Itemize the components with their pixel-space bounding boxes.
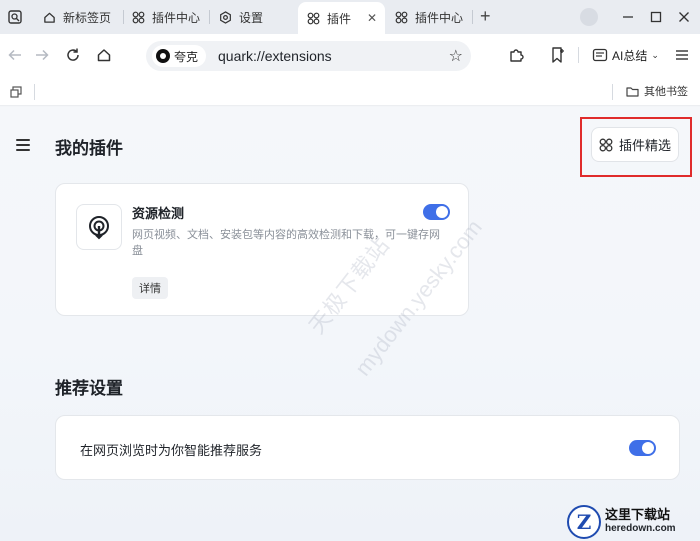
details-button[interactable]: 详情 [132, 277, 168, 299]
extension-enable-toggle[interactable] [423, 204, 450, 220]
extension-name: 资源检测 [132, 206, 185, 221]
new-tab-plus-icon[interactable]: + [480, 6, 491, 27]
close-icon[interactable]: ✕ [367, 11, 377, 25]
logo-badge: Z [567, 505, 601, 539]
back-arrow-icon[interactable] [4, 44, 26, 66]
tab-search-icon[interactable] [4, 6, 26, 28]
page-title: 我的插件 [55, 139, 123, 158]
tab-label: 设置 [239, 10, 264, 25]
extensions-page: 我的插件 插件精选 资源检测 网页视频、文档、安装包等内容的高效检测和下载，可一… [0, 107, 700, 541]
avatar[interactable] [580, 8, 598, 26]
recommend-toggle[interactable] [629, 440, 656, 456]
tab-label: 插件中心 [152, 10, 201, 25]
bookmark-add-icon[interactable] [549, 44, 567, 66]
tab-extension-center[interactable]: 插件中心 [131, 4, 200, 30]
logo-en-text: heredown.com [605, 523, 676, 534]
tab-separator [209, 10, 210, 24]
hamburger-menu-icon[interactable] [16, 139, 30, 151]
tab-separator [472, 10, 473, 24]
reload-icon[interactable] [62, 44, 84, 66]
annotation-highlight-box [580, 117, 692, 177]
ai-summary-button[interactable]: AI总结 ⌄ [592, 44, 659, 66]
extensions-icon [394, 10, 408, 24]
recommend-settings-card: 在网页浏览时为你智能推荐服务 [55, 415, 680, 480]
extensions-icon [131, 10, 145, 24]
divider [34, 84, 35, 100]
chevron-down-icon: ⌄ [651, 49, 659, 60]
divider [612, 84, 613, 100]
tab-strip: 新标签页 插件中心 设置 插件 ✕ 插件中心 + [0, 0, 700, 34]
section-title: 推荐设置 [55, 379, 123, 398]
extensions-puzzle-icon[interactable] [508, 44, 526, 66]
address-bar[interactable]: 夸克 quark://extensions ☆ [146, 41, 471, 71]
ai-summary-label: AI总结 [612, 48, 648, 63]
maximize-icon[interactable] [645, 6, 667, 28]
tab-new-tab[interactable]: 新标签页 [42, 4, 111, 30]
settings-icon [218, 10, 232, 24]
folder-icon [626, 86, 639, 97]
window-close-icon[interactable] [673, 6, 695, 28]
tab-label: 插件 [327, 11, 352, 26]
home-icon [42, 10, 56, 24]
bookmarks-bar: 其他书签 [0, 78, 700, 106]
quark-logo-icon [156, 49, 170, 63]
other-bookmarks-label: 其他书签 [644, 86, 688, 98]
site-chip-label: 夸克 [174, 49, 199, 64]
toolbar: 夸克 quark://extensions ☆ AI总结 ⌄ [0, 34, 700, 78]
logo-cn-text: 这里下载站 [605, 508, 671, 523]
tab-group-icon[interactable] [8, 84, 24, 100]
bookmark-star-icon[interactable]: ☆ [449, 46, 463, 66]
corner-site-logo: Z 这里下载站 heredown.com [567, 503, 700, 541]
forward-arrow-icon[interactable] [31, 44, 53, 66]
divider [578, 44, 579, 66]
tab-label: 新标签页 [63, 10, 112, 25]
url-text[interactable]: quark://extensions [218, 48, 332, 64]
extension-description: 网页视频、文档、安装包等内容的高效检测和下载，可一键存网盘 [132, 229, 440, 257]
tab-extension-center-2[interactable]: 插件中心 [394, 4, 463, 30]
ai-summary-icon [592, 48, 608, 62]
extensions-icon [306, 11, 320, 25]
minimize-icon[interactable] [617, 6, 639, 28]
site-chip[interactable]: 夸克 [152, 45, 207, 67]
tab-settings[interactable]: 设置 [218, 4, 263, 30]
tab-separator [123, 10, 124, 24]
menu-icon[interactable] [674, 44, 690, 66]
home-icon[interactable] [93, 44, 115, 66]
recommend-option-label: 在网页浏览时为你智能推荐服务 [80, 443, 263, 458]
tab-label: 插件中心 [415, 10, 464, 25]
other-bookmarks-folder[interactable]: 其他书签 [626, 83, 688, 99]
tab-extensions-active[interactable]: 插件 ✕ [298, 2, 386, 34]
resource-detect-icon [76, 204, 122, 250]
